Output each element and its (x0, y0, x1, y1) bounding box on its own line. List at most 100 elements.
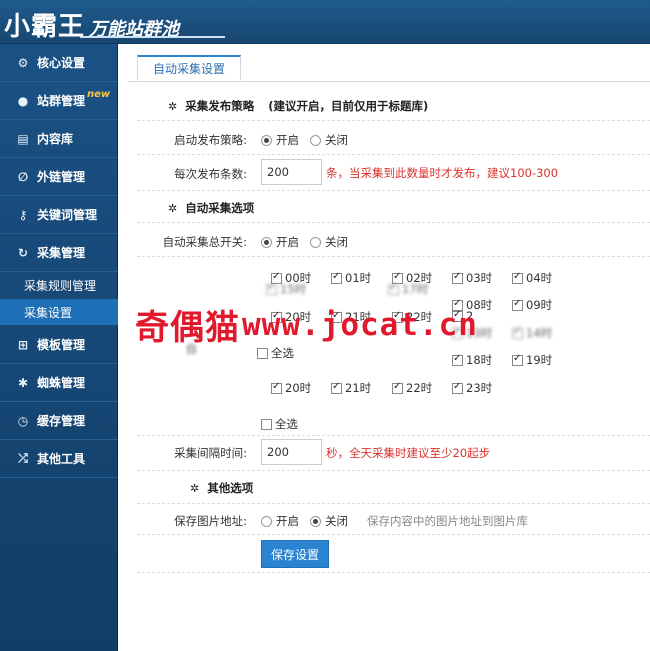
sidebar-subitem-collection-settings[interactable]: 采集设置 (0, 299, 118, 325)
interval-input[interactable]: 200 (261, 439, 322, 465)
save-settings-button[interactable]: 保存设置 (261, 540, 329, 568)
hour-label: 21时 (345, 310, 372, 324)
auto-switch-on-radio[interactable]: 开启 (261, 234, 299, 250)
hour-label: 19时 (526, 353, 553, 367)
checkbox-box (452, 271, 463, 284)
strategy-on-radio[interactable]: 开启 (261, 132, 299, 148)
tab-auto-collect-settings[interactable]: 自动采集设置 (137, 55, 241, 81)
strategy-label: 启动发布策略: (174, 133, 247, 147)
checkbox-box (452, 309, 463, 322)
hour-label: 17时 (402, 282, 429, 296)
hour-checkbox[interactable]: 22时 (392, 309, 432, 325)
hour-checkbox[interactable]: 01时 (331, 270, 371, 286)
section-auto-collect: ✲ 自动采集选项 (168, 200, 254, 216)
sidebar-item-label: 内容库 (37, 132, 74, 146)
save-image-off-radio[interactable]: 关闭 (310, 513, 348, 529)
hour-checkbox[interactable]: 18时 (452, 352, 492, 368)
publish-count-input[interactable]: 200 (261, 159, 322, 185)
divider (137, 120, 650, 121)
gear-icon: ⚙ (17, 55, 29, 70)
section-title: 其他选项 (207, 481, 254, 495)
link-icon: ∅ (17, 169, 29, 184)
checkbox-box (271, 381, 282, 394)
sidebar-item-keywords[interactable]: ⚷ 关键词管理 (0, 196, 118, 234)
hour-label: 18时 (466, 353, 493, 367)
sidebar-item-label: 站群管理 (37, 94, 86, 108)
hour-checkbox[interactable]: 14时 (512, 325, 552, 341)
count-hint: 条，当采集到此数量时才发布，建议100-300 (326, 166, 559, 180)
checkbox-box (452, 326, 463, 339)
divider (137, 470, 650, 471)
hour-checkbox[interactable]: 21时 (331, 380, 371, 396)
save-image-on-radio[interactable]: 开启 (261, 513, 299, 529)
switch-label: 自动采集总开关: (162, 235, 247, 249)
logo-main: 小霸王 (4, 12, 86, 42)
sidebar-item-label: 蜘蛛管理 (37, 376, 86, 390)
radio-label: 关闭 (325, 514, 348, 528)
hour-checkbox[interactable]: 20时 (271, 309, 311, 325)
interval-hint: 秒，全天采集时建议至少20起步 (326, 446, 491, 460)
tab-label: 自动采集设置 (152, 62, 225, 76)
interval-label: 采集间隔时间: (174, 446, 247, 460)
select-all-checkbox[interactable]: 全选 (261, 416, 298, 432)
hour-checkbox[interactable]: 23时 (452, 380, 492, 396)
auto-switch-off-radio[interactable]: 关闭 (310, 234, 348, 250)
tab-divider (128, 81, 650, 82)
hour-label: 03时 (466, 271, 493, 285)
sidebar-item-site-group[interactable]: ● 站群管理 new (0, 82, 118, 120)
document-icon: ▤ (17, 131, 29, 146)
sidebar-item-label: 其他工具 (37, 452, 86, 466)
hour-checkbox[interactable]: 21时 (331, 309, 371, 325)
sidebar-item-cache[interactable]: ◷ 缓存管理 (0, 402, 118, 440)
sidebar-subitem-collection-rules[interactable]: 采集规则管理 (0, 272, 118, 298)
windows-icon: ⊞ (17, 337, 29, 352)
radio-dot (261, 236, 272, 248)
checkbox-box (452, 381, 463, 394)
hour-checkbox[interactable]: 13时 (452, 325, 492, 341)
hour-checkbox[interactable]: 15时 (266, 281, 306, 297)
sidebar-item-content-library[interactable]: ▤ 内容库 (0, 120, 118, 158)
refresh-icon: ↻ (17, 245, 29, 260)
new-badge: new (87, 89, 111, 100)
hour-checkbox[interactable]: 19时 (512, 352, 552, 368)
sidebar-item-spiders[interactable]: ✱ 蜘蛛管理 (0, 364, 118, 402)
checkbox-box (392, 310, 403, 323)
sidebar-item-external-links[interactable]: ∅ 外链管理 (0, 158, 118, 196)
sidebar-item-collection[interactable]: ↻ 采集管理 (0, 234, 118, 272)
radio-dot (310, 236, 321, 248)
user-icon: ● (17, 93, 29, 108)
app-logo: 小霸王 万能站群池 (4, 6, 179, 42)
hour-checkbox[interactable]: 09时 (512, 297, 552, 313)
hour-checkbox[interactable]: 20时 (271, 380, 311, 396)
hour-checkbox[interactable]: 03时 (452, 270, 492, 286)
gear-icon: ✲ (190, 481, 200, 495)
sidebar-item-label: 核心设置 (37, 56, 86, 70)
sidebar-item-core-settings[interactable]: ⚙ 核心设置 (0, 44, 118, 82)
hour-checkbox[interactable]: 04时 (512, 270, 552, 286)
divider (137, 222, 650, 223)
hour-label: 04时 (526, 271, 553, 285)
hour-checkbox[interactable]: 22时 (392, 380, 432, 396)
shuffle-icon: ⤮ (18, 451, 28, 465)
section-title: 采集发布策略 (185, 99, 255, 113)
hour-label: 23时 (466, 381, 493, 395)
sidebar: ⚙ 核心设置 ● 站群管理 new ▤ 内容库 ∅ 外链管理 ⚷ 关键词管理 ↻… (0, 44, 118, 651)
time-label: 自 (185, 342, 198, 356)
checkbox-box (257, 347, 268, 359)
checkbox-box (512, 353, 523, 366)
checkbox-box (512, 271, 523, 284)
sidebar-item-other-tools[interactable]: ⤮ 其他工具 (0, 440, 118, 478)
strategy-off-radio[interactable]: 关闭 (310, 132, 348, 148)
radio-dot (310, 134, 321, 146)
hour-checkbox[interactable]: 17时 (388, 281, 428, 297)
save-image-label: 保存图片地址: (174, 514, 247, 528)
checkbox-box (331, 310, 342, 323)
divider (137, 190, 650, 191)
select-all-checkbox[interactable]: 全选 (257, 345, 294, 361)
radio-dot (310, 515, 321, 527)
sidebar-item-templates[interactable]: ⊞ 模板管理 (0, 326, 118, 364)
sidebar-item-label: 缓存管理 (37, 414, 86, 428)
hour-checkbox[interactable]: 2 (452, 309, 473, 323)
hour-label: 22时 (406, 310, 433, 324)
radio-dot (261, 134, 272, 146)
